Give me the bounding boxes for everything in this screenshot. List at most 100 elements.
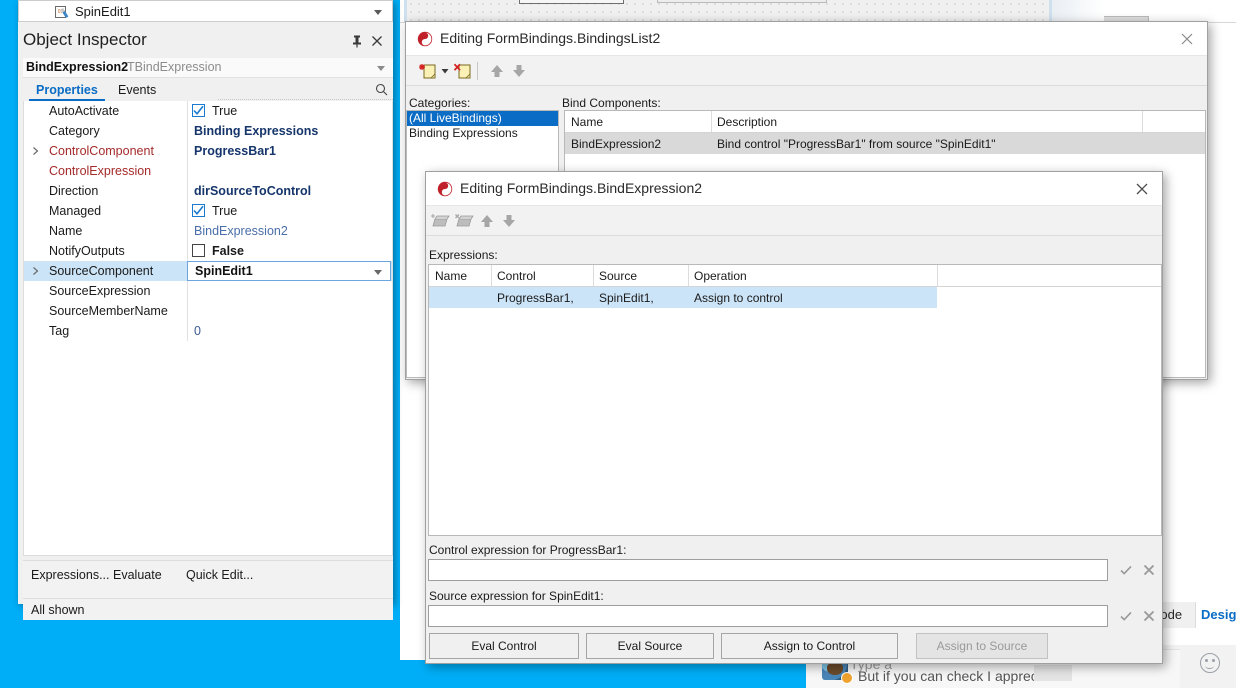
column-header[interactable]: Source bbox=[599, 269, 637, 283]
inspector-action-0[interactable]: Expressions... bbox=[31, 568, 110, 582]
property-name: Tag bbox=[49, 324, 70, 338]
delphi-icon bbox=[417, 31, 433, 47]
close-icon[interactable] bbox=[1134, 181, 1150, 197]
close-icon[interactable] bbox=[370, 34, 384, 48]
property-row[interactable]: ControlExpression bbox=[24, 161, 392, 181]
x-icon[interactable] bbox=[1142, 563, 1156, 577]
move-up-button[interactable] bbox=[476, 211, 498, 231]
category-item[interactable]: (All LiveBindings) bbox=[407, 111, 558, 126]
inspector-action-1[interactable]: Evaluate bbox=[113, 568, 162, 582]
property-name: SourceExpression bbox=[49, 284, 151, 298]
column-divider bbox=[187, 301, 188, 321]
column-header[interactable]: Name bbox=[435, 269, 467, 283]
status-badge bbox=[841, 672, 853, 684]
eval-control-button[interactable]: Eval Control bbox=[429, 633, 579, 659]
table-row[interactable]: ProgressBar1, SpinEdit1, Assign to control bbox=[429, 287, 937, 308]
add-expression-button[interactable] bbox=[430, 211, 452, 231]
properties-grid[interactable]: AutoActivate True Category Binding Expressi… bbox=[23, 101, 393, 556]
cell-control: ProgressBar1, bbox=[497, 291, 574, 305]
check-icon[interactable] bbox=[1119, 609, 1133, 623]
object-inspector-titlebar: Object Inspector bbox=[18, 27, 393, 57]
property-checkbox[interactable] bbox=[192, 244, 205, 257]
column-divider bbox=[187, 101, 188, 121]
tab-events[interactable]: Events bbox=[111, 80, 163, 101]
chevron-down-icon[interactable] bbox=[377, 66, 385, 71]
tab-design[interactable]: Design bbox=[1195, 602, 1236, 628]
pin-icon[interactable] bbox=[350, 34, 364, 48]
smiley-icon[interactable] bbox=[1200, 653, 1220, 673]
dialog-title: Editing FormBindings.BindingsList2 bbox=[440, 30, 661, 46]
inspector-tabstrip: Properties Events bbox=[23, 79, 393, 101]
search-icon[interactable] bbox=[375, 83, 388, 96]
tab-properties[interactable]: Properties bbox=[29, 80, 105, 101]
expressions-grid[interactable]: Name Control Source Operation ProgressBar1, S… bbox=[428, 264, 1162, 536]
inspector-statusbar: All shown bbox=[23, 598, 393, 620]
selected-object-bar[interactable]: BindExpression2 TBindExpression bbox=[23, 58, 393, 78]
new-binding-dropdown[interactable] bbox=[439, 61, 451, 81]
control-expression-input[interactable] bbox=[428, 559, 1108, 581]
source-expression-input[interactable] bbox=[428, 605, 1108, 627]
property-value: SpinEdit1 bbox=[195, 264, 253, 278]
close-icon[interactable] bbox=[1179, 31, 1195, 47]
designer-control-stub-2[interactable] bbox=[657, 0, 827, 3]
designer-edge-shadow bbox=[1052, 0, 1104, 22]
check-icon[interactable] bbox=[1119, 563, 1133, 577]
property-row[interactable]: SourceMemberName bbox=[24, 301, 392, 321]
inspector-action-2[interactable]: Quick Edit... bbox=[186, 568, 253, 582]
property-row[interactable]: SourceComponent SpinEdit1 bbox=[24, 261, 392, 281]
property-value: True bbox=[212, 104, 238, 118]
page-title: Object Inspector bbox=[23, 30, 147, 49]
column-divider bbox=[187, 141, 188, 161]
chat-send-button[interactable] bbox=[1034, 665, 1072, 681]
column-header[interactable]: Name bbox=[571, 115, 603, 129]
move-up-button[interactable] bbox=[486, 61, 508, 81]
chevron-right-icon[interactable] bbox=[32, 146, 40, 156]
property-row[interactable]: ControlComponent ProgressBar1 bbox=[24, 141, 392, 161]
new-binding-button[interactable] bbox=[418, 61, 440, 81]
move-down-button[interactable] bbox=[498, 211, 520, 231]
chevron-down-icon[interactable] bbox=[374, 10, 382, 15]
column-header[interactable]: Control bbox=[497, 269, 536, 283]
delphi-icon bbox=[437, 181, 453, 197]
property-row[interactable]: SourceExpression bbox=[24, 281, 392, 301]
table-row[interactable]: BindExpression2 Bind control "ProgressBar… bbox=[565, 133, 1205, 154]
grid-header: Name Control Source Operation bbox=[429, 265, 1161, 287]
screen: Code Design David Powell now But if you … bbox=[0, 0, 1236, 688]
property-row[interactable]: Managed True bbox=[24, 201, 392, 221]
property-row[interactable]: Category Binding Expressions bbox=[24, 121, 392, 141]
designer-control-stub[interactable] bbox=[519, 0, 624, 4]
property-name: AutoActivate bbox=[49, 104, 120, 118]
selected-object-name: BindExpression2 bbox=[26, 60, 129, 74]
dialog-titlebar: Editing FormBindings.BindExpression2 bbox=[426, 172, 1162, 206]
property-value: BindExpression2 bbox=[194, 224, 288, 238]
property-row[interactable]: AutoActivate True bbox=[24, 101, 392, 121]
property-row[interactable]: Direction dirSourceToControl bbox=[24, 181, 392, 201]
column-header[interactable]: Operation bbox=[694, 269, 747, 283]
component-selector-combo[interactable]: 07 SpinEdit1 bbox=[18, 0, 393, 22]
chevron-down-icon[interactable] bbox=[374, 270, 382, 275]
property-name: ControlComponent bbox=[49, 144, 154, 158]
column-header[interactable]: Description bbox=[717, 115, 777, 129]
chevron-right-icon[interactable] bbox=[32, 266, 40, 276]
delete-binding-button[interactable] bbox=[453, 61, 475, 81]
x-icon[interactable] bbox=[1142, 609, 1156, 623]
property-row[interactable]: Tag 0 bbox=[24, 321, 392, 341]
property-row[interactable]: NotifyOutputs False bbox=[24, 241, 392, 261]
property-checkbox[interactable] bbox=[192, 104, 205, 117]
categories-label: Categories: bbox=[409, 96, 471, 110]
column-divider bbox=[187, 201, 188, 221]
search-input[interactable] bbox=[218, 81, 393, 100]
property-name: Name bbox=[49, 224, 83, 238]
assign-to-control-button[interactable]: Assign to Control bbox=[721, 633, 898, 659]
property-value: dirSourceToControl bbox=[194, 184, 312, 198]
move-down-button[interactable] bbox=[508, 61, 530, 81]
cell-name: BindExpression2 bbox=[571, 137, 662, 151]
property-value-editor[interactable]: SpinEdit1 bbox=[187, 261, 391, 281]
property-checkbox[interactable] bbox=[192, 204, 205, 217]
category-item[interactable]: Binding Expressions bbox=[407, 126, 558, 141]
property-row[interactable]: Name BindExpression2 bbox=[24, 221, 392, 241]
form-designer-canvas[interactable] bbox=[404, 0, 1149, 26]
column-divider bbox=[187, 161, 188, 181]
remove-expression-button[interactable] bbox=[454, 211, 476, 231]
eval-source-button[interactable]: Eval Source bbox=[586, 633, 714, 659]
